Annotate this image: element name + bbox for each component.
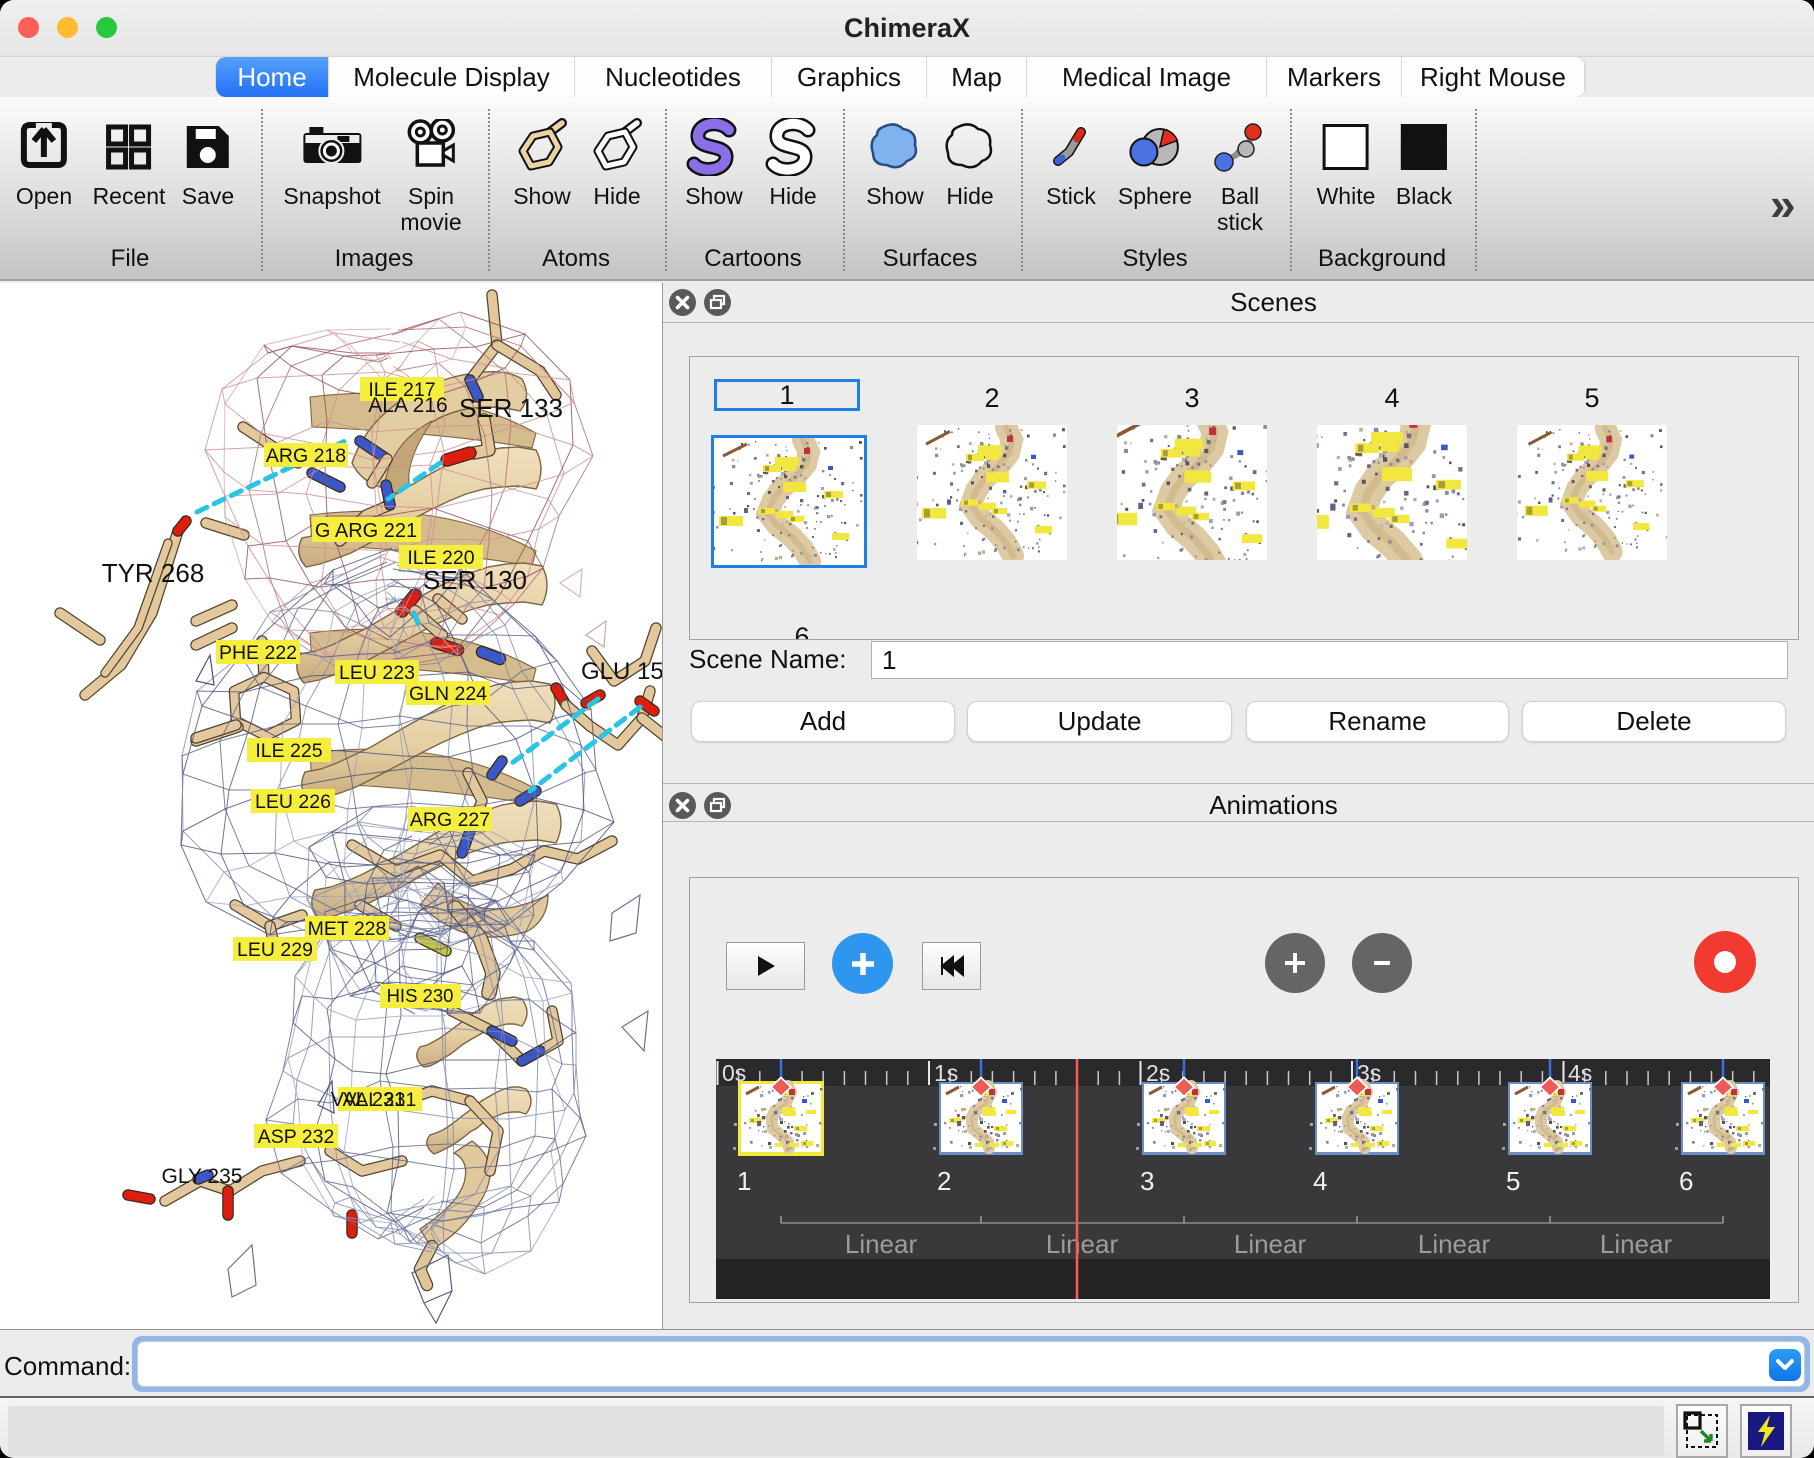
svg-text:HIS 230: HIS 230 <box>387 985 454 1006</box>
svg-text:ARG 227: ARG 227 <box>410 809 490 831</box>
svg-text:1: 1 <box>737 1166 751 1196</box>
svg-text:GLY 235: GLY 235 <box>162 1165 243 1188</box>
svg-text:LEU 229: LEU 229 <box>237 939 313 961</box>
svg-text:LEU 223: LEU 223 <box>339 662 415 684</box>
svg-text:5: 5 <box>1506 1166 1520 1196</box>
svg-text:VAL 231: VAL 231 <box>331 1089 406 1111</box>
svg-text:PHE 222: PHE 222 <box>219 642 297 664</box>
svg-text:6: 6 <box>1679 1166 1693 1196</box>
svg-text:GLN 224: GLN 224 <box>409 683 487 705</box>
svg-text:LEU 226: LEU 226 <box>255 791 331 813</box>
svg-text:Linear: Linear <box>1046 1229 1119 1259</box>
svg-text:TYR 268: TYR 268 <box>102 558 205 588</box>
svg-text:ALA 216: ALA 216 <box>368 394 447 417</box>
svg-text:Linear: Linear <box>1418 1229 1491 1259</box>
svg-text:G ARG 221: G ARG 221 <box>315 520 417 542</box>
svg-text:3: 3 <box>1140 1166 1154 1196</box>
svg-text:2: 2 <box>937 1166 951 1196</box>
svg-text:ASP 232: ASP 232 <box>258 1126 335 1148</box>
svg-text:MET 228: MET 228 <box>308 918 387 940</box>
svg-text:Linear: Linear <box>1600 1229 1673 1259</box>
svg-text:SER 133: SER 133 <box>459 393 563 423</box>
svg-text:ILE 225: ILE 225 <box>255 740 322 762</box>
svg-text:4: 4 <box>1313 1166 1327 1196</box>
svg-text:SER 130: SER 130 <box>423 565 527 595</box>
svg-text:Linear: Linear <box>845 1229 918 1259</box>
svg-text:GLU 150: GLU 150 <box>581 658 662 685</box>
svg-text:Linear: Linear <box>1234 1229 1307 1259</box>
svg-text:ARG 218: ARG 218 <box>266 445 346 467</box>
